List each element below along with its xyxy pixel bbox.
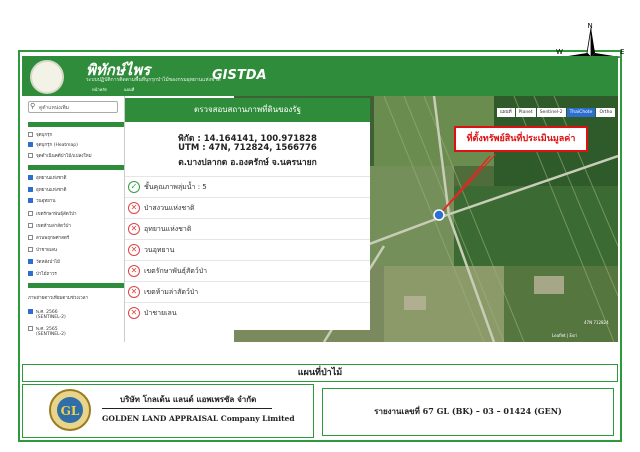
layer-section-bar — [28, 122, 124, 127]
imagery-2565[interactable]: พ.ศ. 2565 (SENTINEL-2) — [28, 325, 66, 337]
checkbox-icon[interactable] — [28, 235, 33, 240]
map-btn-sentinel[interactable]: Sentinel-2 — [536, 108, 566, 117]
layer-label: จุดบุกรุก — [36, 133, 53, 138]
status-label: เขตห้ามล่าสัตว์ป่า — [144, 288, 199, 296]
map-btn-ortho[interactable]: Ortho — [596, 108, 616, 117]
layer-section-bar — [28, 165, 124, 170]
search-input[interactable]: ดูตำแหน่งเพิ่ม — [28, 101, 118, 113]
checkbox-icon[interactable] — [28, 211, 33, 216]
popup-location: ต.บางปลากด อ.องครักษ์ จ.นครนายก — [178, 158, 317, 168]
status-label: วนอุทยาน — [144, 246, 175, 254]
checkbox-icon[interactable] — [28, 175, 33, 180]
popup-utm: UTM : 47N, 712824, 1566776 — [178, 143, 317, 153]
cross-circle-icon: ✕ — [128, 307, 140, 319]
layer-row[interactable]: อุทยานแห่งชาติ — [28, 174, 66, 182]
report-number: รายงานเลขที่ 67 GL (BK) – 03 – 01424 (GE… — [374, 406, 562, 416]
layer-row[interactable]: เขตห้ามล่าสัตว์ป่า — [28, 222, 71, 230]
company-logo-icon: GL — [49, 389, 91, 431]
cross-circle-icon: ✕ — [128, 286, 140, 298]
gistda-logo: GISTDA — [212, 68, 267, 83]
cross-circle-icon: ✕ — [128, 223, 140, 235]
layer-row[interactable]: วัดหลังป่าไม้ — [28, 258, 60, 266]
status-label: เขตรักษาพันธุ์สัตว์ป่า — [144, 267, 208, 275]
layer-row[interactable]: ป่าไม้ถาวร — [28, 270, 57, 278]
checkbox-icon[interactable] — [28, 153, 33, 158]
status-row: ✕ อุทยานแห่งชาติ — [125, 218, 370, 238]
layer-label: อุทยานแห่งชาติ — [36, 188, 67, 193]
check-circle-icon: ✓ — [128, 181, 140, 193]
map-attribution: Leaflet | Esri — [552, 333, 577, 338]
location-marker-icon — [433, 209, 445, 221]
status-row: ✓ ชั้นคุณภาพลุ่มน้ำ : 5 — [125, 176, 370, 196]
map-btn-thaichote[interactable]: ThaiChote — [566, 108, 596, 117]
layer-row[interactable]: จุดบุกรุก (Heatmap) — [28, 141, 78, 149]
imagery-title: ภาพถ่ายดาวเทียมตามช่วงเวลา — [28, 296, 88, 301]
property-location-callout: ที่ตั้งทรัพย์สินที่ประเมินมูลค่า — [454, 126, 588, 152]
layer-label: เขตรักษาพันธุ์สัตว์ป่า — [36, 212, 77, 217]
cross-circle-icon: ✕ — [128, 244, 140, 256]
checkbox-icon[interactable] — [28, 142, 33, 147]
status-label: ป่าสงวนแห่งชาติ — [144, 204, 195, 212]
map-btn-planet[interactable]: Planet — [515, 108, 536, 117]
checkbox-icon[interactable] — [28, 132, 33, 137]
compass-n: N — [588, 22, 593, 30]
layer-row[interactable]: วนอุทยาน — [28, 197, 56, 205]
status-row: ✕ ป่าสงวนแห่งชาติ — [125, 197, 370, 217]
imagery-section-bar — [28, 283, 124, 288]
company-name-en: GOLDEN LAND APPRAISAL Company Limited — [102, 414, 295, 423]
layer-label: ป่าไม้ถาวร — [36, 272, 57, 277]
layer-row[interactable]: เขตรักษาพันธุ์สัตว์ป่า — [28, 210, 77, 218]
layer-row[interactable]: จุดบุกรุก — [28, 131, 52, 139]
checkbox-icon[interactable] — [28, 259, 33, 264]
department-logo — [30, 60, 64, 94]
cross-circle-icon: ✕ — [128, 202, 140, 214]
layer-label: วัดหลังป่าไม้ — [36, 260, 60, 265]
checkbox-icon[interactable] — [28, 187, 33, 192]
checkbox-icon[interactable] — [28, 326, 33, 331]
svg-text:GL: GL — [61, 404, 80, 418]
map-scale-text: 47N 712824 — [584, 320, 609, 325]
checkbox-icon[interactable] — [28, 309, 33, 314]
status-row: ✕ เขตห้ามล่าสัตว์ป่า — [125, 281, 370, 301]
status-row: ✕ ป่าชายเลน — [125, 302, 370, 322]
status-label: ป่าชายเลน — [144, 309, 177, 317]
layer-label: วนอุทยาน — [36, 199, 56, 204]
imagery-2566[interactable]: พ.ศ. 2566 (SENTINEL-2) — [28, 308, 66, 320]
layer-label: เขตห้ามล่าสัตว์ป่า — [36, 224, 71, 229]
layer-row[interactable]: อุทยานแห่งชาติ — [28, 186, 66, 194]
popup-header: ตรวจสอบสถานภาพที่ดินของรัฐ — [125, 98, 370, 122]
cross-circle-icon: ✕ — [128, 265, 140, 277]
status-label: ชั้นคุณภาพลุ่มน้ำ : 5 — [144, 183, 207, 191]
status-label: อุทยานแห่งชาติ — [144, 225, 192, 233]
checkbox-icon[interactable] — [28, 271, 33, 276]
layer-label: จุดดำเนินคดีป่าไม้/แปลงใหม่ — [36, 154, 92, 159]
map-layer-switcher: แผนที่ Planet Sentinel-2 ThaiChote Ortho — [496, 98, 616, 117]
layer-row[interactable]: ป่าชายเลน — [28, 246, 57, 254]
status-row: ✕ เขตรักษาพันธุ์สัตว์ป่า — [125, 260, 370, 280]
status-row: ✕ วนอุทยาน — [125, 239, 370, 259]
layer-label: สวนพฤกษศาสตร์ — [36, 236, 70, 241]
nav-home[interactable]: หน้าหลัก — [92, 86, 107, 93]
figure-caption: แผนที่ป่าไม้ — [22, 364, 618, 382]
layer-row[interactable]: สวนพฤกษศาสตร์ — [28, 234, 69, 242]
compass-w: W — [556, 48, 563, 56]
checkbox-icon[interactable] — [28, 223, 33, 228]
map-btn-base[interactable]: แผนที่ — [497, 108, 515, 117]
layer-label: อุทยานแห่งชาติ — [36, 176, 67, 181]
checkbox-icon[interactable] — [28, 247, 33, 252]
layer-label: จุดบุกรุก (Heatmap) — [36, 143, 78, 148]
company-name-th: บริษัท โกลเด้น แลนด์ แอพเพรซัล จำกัด — [120, 394, 257, 404]
layer-row[interactable]: จุดดำเนินคดีป่าไม้/แปลงใหม่ — [28, 152, 92, 160]
layer-label: ป่าชายเลน — [36, 248, 57, 253]
app-subtitle: ระบบปฏิบัติการติดตามพื้นที่บุกรุกป่าไม้ข… — [86, 77, 221, 83]
checkbox-icon[interactable] — [28, 198, 33, 203]
compass-e: E — [620, 48, 624, 56]
nav-map[interactable]: แผนที่ — [124, 86, 134, 93]
footer-divider — [102, 408, 272, 409]
